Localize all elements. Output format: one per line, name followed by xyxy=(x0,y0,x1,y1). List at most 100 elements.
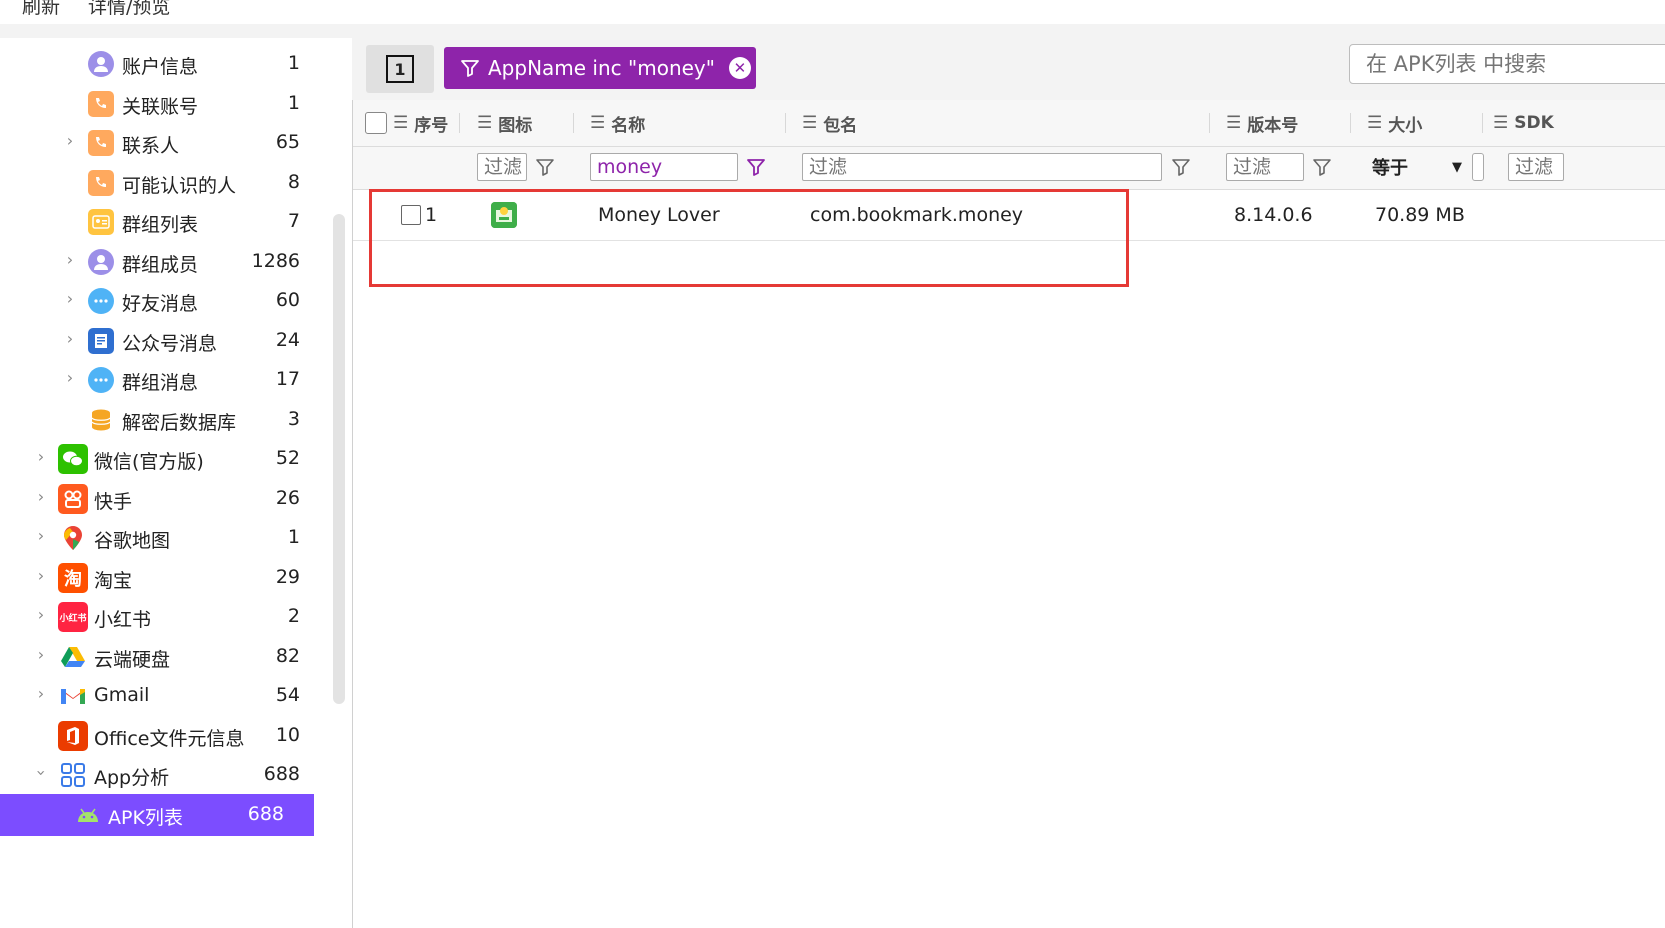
chevron-down-icon[interactable]: › xyxy=(32,765,51,781)
sidebar-item-label: 淘宝 xyxy=(94,570,133,592)
sidebar-item-people-you-may-know[interactable]: 可能认识的人 8 xyxy=(0,162,330,204)
sidebar-item-official-account-messages[interactable]: › 公众号消息 24 xyxy=(0,320,330,362)
chevron-right-icon[interactable]: › xyxy=(62,370,78,386)
column-title: 包名 xyxy=(823,115,858,136)
sidebar-item-linked-accounts[interactable]: 关联账号 1 xyxy=(0,83,330,125)
id-card-icon xyxy=(88,209,114,235)
chevron-right-icon[interactable]: › xyxy=(62,291,78,307)
chevron-right-icon[interactable]: › xyxy=(62,133,78,149)
column-menu-icon: ☰ xyxy=(1367,113,1383,133)
column-menu-icon: ☰ xyxy=(1493,113,1509,133)
table-header: ☰ 序号 ☰ 图标 ☰ 名称 ☰ 包名 ☰ 版本号 ☰ 大小 ☰ SDK xyxy=(353,100,1665,147)
sidebar-item-label: 关联账号 xyxy=(122,96,199,118)
sidebar-item-google-drive[interactable]: › 云端硬盘 82 xyxy=(0,636,330,678)
sidebar-scrollbar[interactable] xyxy=(333,214,345,704)
filter-icon[interactable] xyxy=(1171,157,1191,177)
icon-filter-input[interactable] xyxy=(477,153,527,181)
name-filter-input[interactable] xyxy=(590,153,738,181)
document-icon xyxy=(88,328,114,354)
sidebar-tree: 账户信息 1 关联账号 1 › 联系人 65 可能认识的人 8 群组列表 7 › xyxy=(0,38,334,928)
table-row[interactable]: 1 Money Lover com.bookmark.money 8.14.0.… xyxy=(353,190,1665,241)
sidebar-item-count: 1 xyxy=(287,52,300,74)
sidebar-item-apk-list[interactable]: APK列表 688 xyxy=(0,794,314,836)
column-title: 名称 xyxy=(611,115,646,136)
version-filter-input[interactable] xyxy=(1226,153,1304,181)
chevron-right-icon[interactable]: › xyxy=(62,331,78,347)
select-all-checkbox[interactable] xyxy=(365,112,387,134)
chevron-right-icon[interactable]: › xyxy=(33,647,49,663)
column-header-package[interactable]: ☰ 包名 xyxy=(802,100,857,146)
column-title: 序号 xyxy=(414,115,449,136)
chevron-right-icon[interactable]: › xyxy=(33,568,49,584)
filter-chip[interactable]: AppName inc "money" ✕ xyxy=(444,47,756,89)
column-divider[interactable] xyxy=(1482,113,1483,133)
column-divider[interactable] xyxy=(573,113,574,133)
sidebar-item-count: 1 xyxy=(287,92,300,114)
column-menu-icon: ☰ xyxy=(1226,113,1242,133)
sidebar-item-account-info[interactable]: 账户信息 1 xyxy=(0,43,330,85)
close-icon[interactable]: ✕ xyxy=(728,57,751,79)
filter-chip-label: AppName inc "money" xyxy=(488,56,715,80)
sidebar-item-label: 微信(官方版) xyxy=(94,451,204,473)
sidebar-item-taobao[interactable]: › 淘 淘宝 29 xyxy=(0,557,330,599)
chevron-right-icon[interactable]: › xyxy=(33,528,49,544)
column-menu-icon: ☰ xyxy=(477,113,493,133)
filter-icon[interactable] xyxy=(1312,157,1332,177)
row-size: 70.89 MB xyxy=(1375,204,1465,226)
column-header-icon[interactable]: ☰ 图标 xyxy=(477,100,532,146)
size-filter-slider[interactable] xyxy=(1472,153,1484,181)
sidebar-item-contacts[interactable]: › 联系人 65 xyxy=(0,122,330,164)
kuaishou-icon xyxy=(58,484,88,514)
column-header-name[interactable]: ☰ 名称 xyxy=(590,100,645,146)
sidebar-item-kuaishou[interactable]: › 快手 26 xyxy=(0,478,330,520)
chevron-right-icon[interactable]: › xyxy=(33,449,49,465)
sidebar-item-label: 解密后数据库 xyxy=(122,412,237,434)
package-filter-input[interactable] xyxy=(802,153,1162,181)
size-operator-value: 等于 xyxy=(1372,158,1408,179)
filter-active-icon[interactable] xyxy=(746,157,766,177)
column-divider[interactable] xyxy=(459,113,460,133)
sidebar-item-label: Gmail xyxy=(94,684,150,706)
pin-button[interactable]: 1 xyxy=(366,45,434,93)
column-divider[interactable] xyxy=(1209,113,1210,133)
chevron-right-icon[interactable]: › xyxy=(62,252,78,268)
column-header-index[interactable]: ☰ 序号 xyxy=(393,100,448,146)
sidebar-item-gmail[interactable]: › Gmail 54 xyxy=(0,675,330,717)
search-input[interactable] xyxy=(1349,44,1665,84)
column-header-size[interactable]: ☰ 大小 xyxy=(1367,100,1422,146)
sidebar-item-group-members[interactable]: › 群组成员 1286 xyxy=(0,241,330,283)
sidebar-item-xiaohongshu[interactable]: › 小红书 小红书 2 xyxy=(0,596,330,638)
chat-bubble-icon xyxy=(88,367,114,393)
sidebar-item-wechat[interactable]: › 微信(官方版) 52 xyxy=(0,438,330,480)
chevron-right-icon[interactable]: › xyxy=(33,686,49,702)
chevron-right-icon[interactable]: › xyxy=(33,489,49,505)
filter-toolbar: 1 AppName inc "money" ✕ xyxy=(352,38,1665,100)
column-header-version[interactable]: ☰ 版本号 xyxy=(1226,100,1298,146)
column-divider[interactable] xyxy=(1350,113,1351,133)
details-menu[interactable]: 详情/预览 xyxy=(88,0,170,19)
sdk-filter-input[interactable] xyxy=(1508,153,1564,181)
phone-icon xyxy=(88,170,114,196)
refresh-menu[interactable]: 刷新 xyxy=(22,0,60,19)
sidebar-item-office-metadata[interactable]: Office文件元信息 10 xyxy=(0,715,330,757)
sidebar-item-app-analysis[interactable]: › App分析 688 xyxy=(0,754,330,796)
sidebar-item-group-list[interactable]: 群组列表 7 xyxy=(0,201,330,243)
column-divider[interactable] xyxy=(785,113,786,133)
sidebar-item-count: 8 xyxy=(287,171,300,193)
sidebar-item-label: 群组成员 xyxy=(122,254,199,276)
chat-bubble-icon xyxy=(88,288,114,314)
column-header-sdk[interactable]: ☰ SDK xyxy=(1493,100,1554,146)
sidebar-item-label: 好友消息 xyxy=(122,293,199,315)
sidebar-item-group-messages[interactable]: › 群组消息 17 xyxy=(0,359,330,401)
filter-icon[interactable] xyxy=(535,157,555,177)
row-checkbox[interactable] xyxy=(401,205,421,225)
sidebar-item-decrypted-database[interactable]: 解密后数据库 3 xyxy=(0,399,330,441)
chevron-right-icon[interactable]: › xyxy=(33,607,49,623)
phone-icon xyxy=(88,130,114,156)
sidebar-item-label: 谷歌地图 xyxy=(94,530,171,552)
size-operator-select[interactable]: 等于 ▼ xyxy=(1372,153,1468,181)
sidebar-item-google-maps[interactable]: › 谷歌地图 1 xyxy=(0,517,330,559)
sidebar-item-friend-messages[interactable]: › 好友消息 60 xyxy=(0,280,330,322)
user-icon xyxy=(88,51,114,77)
sidebar-item-count: 60 xyxy=(275,289,300,311)
